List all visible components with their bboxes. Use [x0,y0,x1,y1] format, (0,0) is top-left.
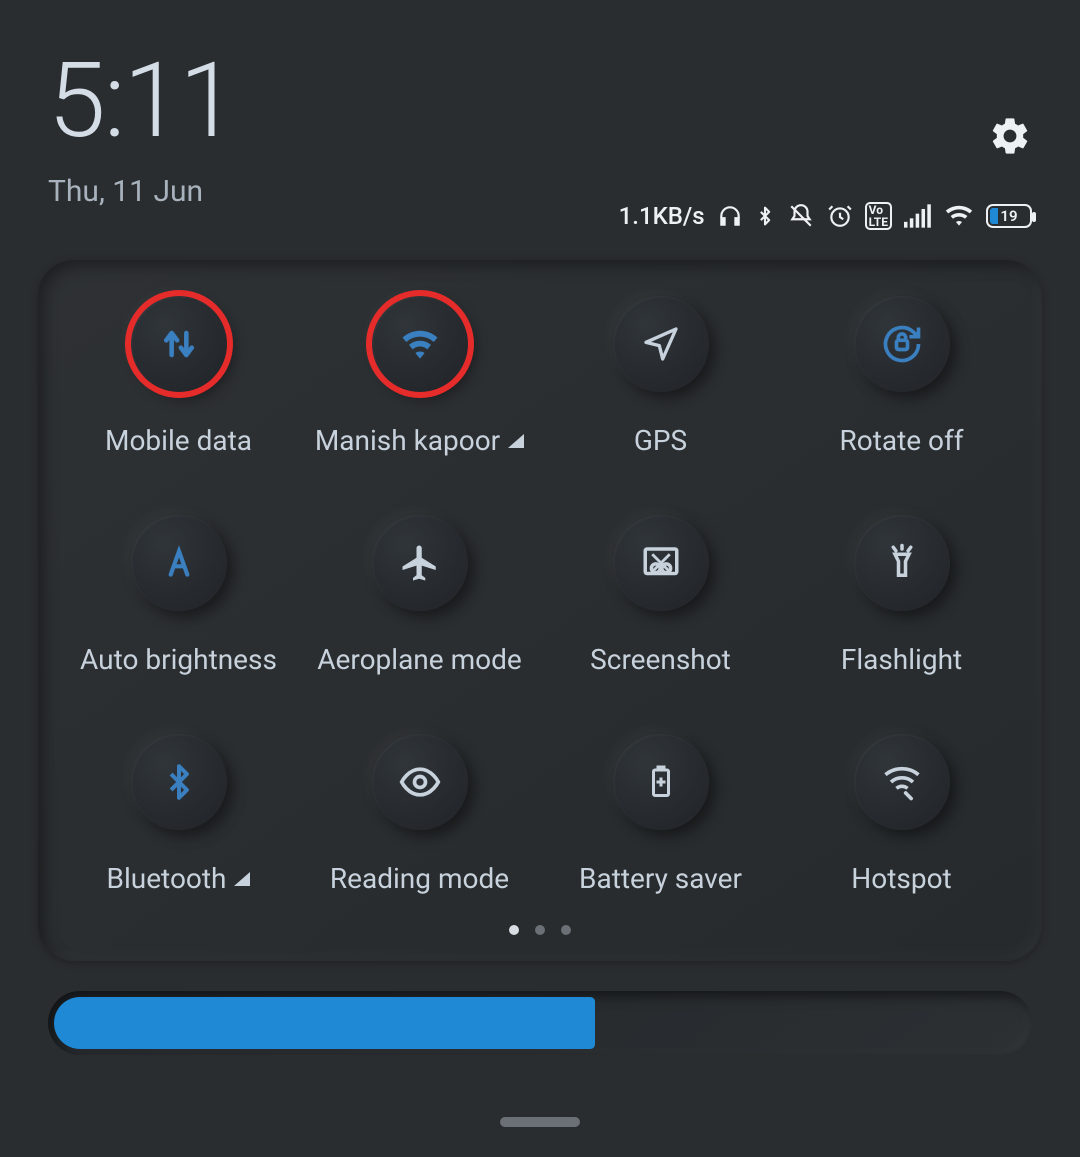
bluetooth-status-icon [755,203,775,229]
tile-reading-mode[interactable]: Reading mode [299,734,540,895]
brightness-slider[interactable] [48,991,1032,1055]
quick-settings-panel: Mobile data Manish kapoor GPS Rotate off [38,260,1042,961]
tile-label: Flashlight [841,643,962,676]
bluetooth-icon [160,763,198,801]
battery-plus-icon [643,761,679,803]
page-dot-2 [535,925,545,935]
screenshot-icon [640,542,682,584]
tile-label: GPS [634,424,687,457]
headphones-icon [717,203,743,229]
page-indicator[interactable] [58,925,1022,935]
tile-label: Aeroplane mode [317,643,521,676]
tile-flashlight[interactable]: Flashlight [781,515,1022,676]
auto-brightness-icon [159,543,199,583]
page-dot-1 [509,925,519,935]
hotspot-icon [880,760,924,804]
tile-label: Bluetooth [107,862,227,895]
gear-icon [988,114,1032,158]
tile-bluetooth[interactable]: Bluetooth [58,734,299,895]
settings-button[interactable] [988,114,1032,162]
tile-wifi[interactable]: Manish kapoor [299,296,540,457]
brightness-fill [54,997,595,1049]
expand-arrow-icon [234,872,250,886]
tile-battery-saver[interactable]: Battery saver [540,734,781,895]
statusbar: 1.1KB/s VoLTE 19 [619,202,1032,230]
tile-label: Hotspot [851,862,951,895]
tile-aeroplane[interactable]: Aeroplane mode [299,515,540,676]
eye-icon [398,760,442,804]
clock-date: Thu, 11 Jun [48,174,235,209]
page-dot-3 [561,925,571,935]
wifi-icon [398,322,442,366]
gesture-handle[interactable] [500,1117,580,1127]
tile-label: Rotate off [839,424,963,457]
tile-label: Screenshot [590,643,731,676]
wifi-status-icon [944,204,974,228]
tile-label: Battery saver [579,862,742,895]
flashlight-icon [881,542,923,584]
clock-time: 5:11 [48,50,235,154]
tile-mobile-data[interactable]: Mobile data [58,296,299,457]
tile-label: Manish kapoor [315,424,500,457]
mobile-data-icon [157,322,201,366]
tile-auto-brightness[interactable]: Auto brightness [58,515,299,676]
rotate-lock-icon [880,322,924,366]
alarm-icon [827,203,853,229]
tile-rotate[interactable]: Rotate off [781,296,1022,457]
gps-icon [641,324,681,364]
tile-screenshot[interactable]: Screenshot [540,515,781,676]
tile-label: Reading mode [330,862,509,895]
aeroplane-icon [399,542,441,584]
volte-indicator: VoLTE [865,202,892,230]
mute-icon [787,203,815,229]
tile-label: Mobile data [105,424,252,457]
network-speed: 1.1KB/s [619,202,705,230]
battery-indicator: 19 [986,204,1032,228]
tile-hotspot[interactable]: Hotspot [781,734,1022,895]
tile-label: Auto brightness [80,643,277,676]
expand-arrow-icon [508,434,524,448]
tile-gps[interactable]: GPS [540,296,781,457]
signal-icon [904,204,932,228]
